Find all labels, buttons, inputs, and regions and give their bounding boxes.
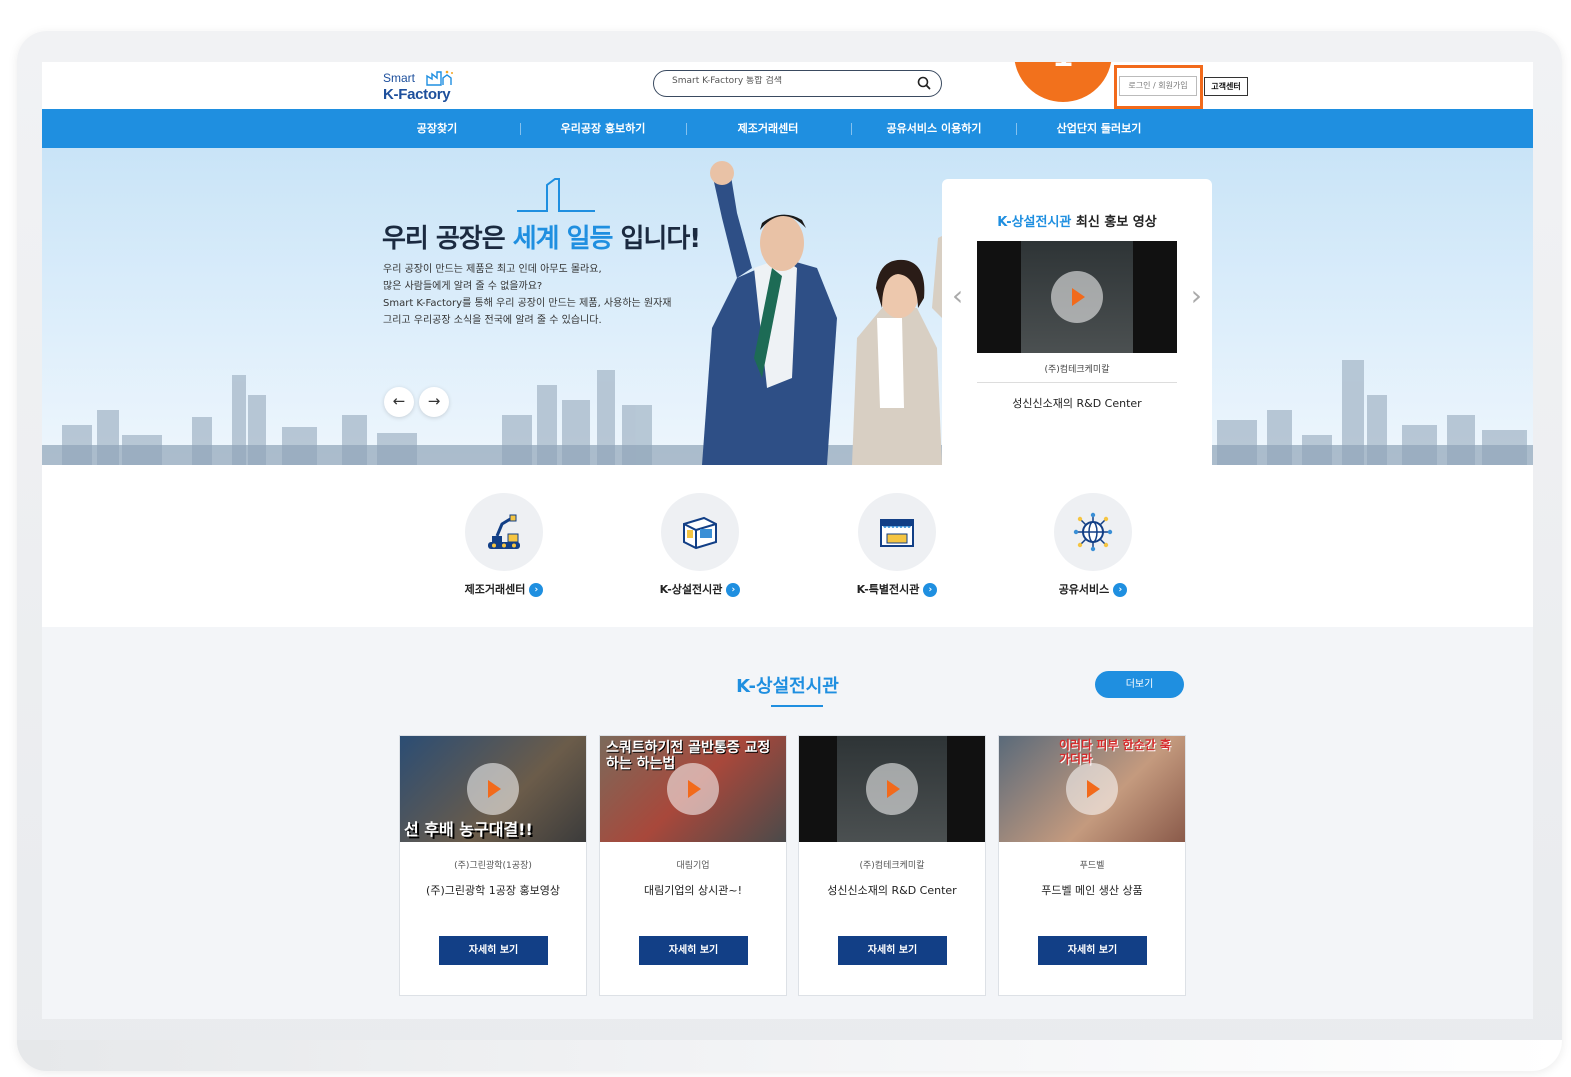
exhibition-booth-icon [683, 516, 717, 550]
exhibition-card[interactable]: 이러다 피부 한순간 훅 가더라 푸드벨 푸드벨 메인 생산 상품 자세히 보기 [998, 735, 1186, 996]
panel-company: (주)컴테크케미칼 [1044, 365, 1110, 375]
latest-video-panel: K-상설전시관 최신 홍보 영상 ‹ › (주)컴테크케미칼 성신신소재의 R&… [942, 179, 1212, 465]
card-video-thumbnail[interactable]: 선 후배 농구대결!! [400, 736, 586, 842]
view-details-button[interactable]: 자세히 보기 [639, 936, 748, 965]
play-icon[interactable] [1066, 763, 1118, 815]
special-exhibition-icon [880, 519, 914, 547]
view-details-button[interactable]: 자세히 보기 [439, 936, 548, 965]
hero-title-accent: 세계 일등 [512, 224, 614, 254]
play-icon[interactable] [1051, 271, 1103, 323]
go-arrow-icon: › [923, 583, 938, 597]
card-title: (주)그린광학 1공장 홍보영상 [426, 884, 560, 897]
nav-item-industrial-complex[interactable]: 산업단지 둘러보기 [1024, 109, 1174, 148]
play-icon[interactable] [866, 763, 918, 815]
nav-divider [851, 123, 852, 135]
panel-video-title[interactable]: 성신신소재의 R&D Center [942, 395, 1212, 411]
play-icon[interactable] [667, 763, 719, 815]
hero-next-button[interactable]: → [419, 387, 449, 417]
quick-label-text: K-특별전시관 [856, 583, 920, 596]
network-globe-icon [1073, 512, 1113, 552]
quick-label-text: 공유서비스 [1058, 583, 1110, 596]
permanent-exhibition-section: K-상설전시관 더보기 선 후배 농구대결!! (주)그린광학(1공장) (주)… [42, 627, 1533, 1019]
panel-title-rest: 최신 홍보 영상 [1071, 215, 1157, 230]
customer-center-button[interactable]: 고객센터 [1204, 77, 1248, 96]
hero-people-image [702, 161, 942, 465]
panel-divider [977, 382, 1177, 383]
nav-divider [1016, 123, 1017, 135]
nav-divider [686, 123, 687, 135]
panel-next-arrow[interactable]: › [1191, 279, 1202, 312]
main-nav: 공장찾기 우리공장 홍보하기 제조거래센터 공유서비스 이용하기 산업단지 둘러… [42, 109, 1533, 148]
search-box[interactable] [653, 70, 942, 97]
card-video-thumbnail[interactable]: 이러다 피부 한순간 훅 가더라 [999, 736, 1185, 842]
go-arrow-icon: › [726, 583, 741, 597]
login-signup-button[interactable]: 로그인 / 회원가입 [1119, 76, 1197, 96]
hero-title-pre: 우리 공장은 [382, 224, 513, 254]
hero-prev-button[interactable]: ← [384, 387, 414, 417]
exhibition-card[interactable]: 스쿼트하기전 골반통증 교정하는 하는법 대림기업 대림기업의 상시관~! 자세… [599, 735, 787, 996]
quick-icon-circle [465, 493, 543, 571]
number-one-graphic [517, 178, 595, 212]
exhibition-card[interactable]: (주)컴테크케미칼 성신신소재의 R&D Center 자세히 보기 [798, 735, 986, 996]
nav-item-trade-center[interactable]: 제조거래센터 [693, 109, 843, 148]
card-video-thumbnail[interactable]: 스쿼트하기전 골반통증 교정하는 하는법 [600, 736, 786, 842]
panel-title: K-상설전시관 최신 홍보 영상 [942, 211, 1212, 230]
card-company: (주)컴테크케미칼 [859, 861, 925, 871]
logo-text-smart: Smart [383, 71, 416, 85]
nav-item-shared-service[interactable]: 공유서비스 이용하기 [859, 109, 1009, 148]
card-title: 성신신소재의 R&D Center [827, 884, 957, 897]
quick-icon-circle [1054, 493, 1132, 571]
step-number-badge: 1 [1014, 62, 1112, 102]
card-company: 푸드벨 [1079, 861, 1105, 871]
quick-menu: 제조거래센터 › K-상설전시관 › K-특별전시관 › 공유서비스 › [42, 465, 1533, 627]
search-icon[interactable] [917, 76, 931, 90]
browser-screen: Smart K-Factory 1 로그인 / 회원가입 고객센터 공장찾기 우… [42, 62, 1533, 1019]
frame-bottom [17, 1040, 1562, 1071]
nav-item-promote-factory[interactable]: 우리공장 홍보하기 [528, 109, 678, 148]
search-input[interactable] [672, 76, 912, 86]
quick-item-label: 공유서비스 › [1023, 581, 1163, 597]
go-arrow-icon: › [1113, 583, 1128, 597]
exhibition-card[interactable]: 선 후배 농구대결!! (주)그린광학(1공장) (주)그린광학 1공장 홍보영… [399, 735, 587, 996]
card-video-thumbnail[interactable] [799, 736, 985, 842]
quick-label-text: K-상설전시관 [659, 583, 723, 596]
nav-divider [520, 123, 521, 135]
card-company: (주)그린광학(1공장) [454, 861, 532, 871]
play-icon[interactable] [467, 763, 519, 815]
card-title: 대림기업의 상시관~! [643, 884, 743, 897]
quick-item-label: K-특별전시관 › [827, 581, 967, 597]
nav-item-find-factory[interactable]: 공장찾기 [362, 109, 512, 148]
hero-banner: 우리 공장은 세계 일등 입니다! 우리 공장이 만드는 제품은 최고 인데 아… [42, 148, 1533, 465]
quick-icon-circle [661, 493, 739, 571]
panel-prev-arrow[interactable]: ‹ [952, 279, 963, 312]
quick-item-label: 제조거래센터 › [434, 581, 574, 597]
panel-title-accent: K-상설전시관 [997, 215, 1072, 230]
site-header: Smart K-Factory 1 로그인 / 회원가입 고객센터 [42, 62, 1533, 109]
panel-video-thumbnail[interactable] [977, 241, 1177, 353]
view-details-button[interactable]: 자세히 보기 [838, 936, 947, 965]
quick-item-label: K-상설전시관 › [630, 581, 770, 597]
section-title: K-상설전시관 [736, 676, 839, 697]
card-title: 푸드벨 메인 생산 상품 [1041, 884, 1143, 897]
logo-factory-icon [426, 70, 453, 86]
thumb-overlay-text: 선 후배 농구대결!! [404, 820, 533, 839]
go-arrow-icon: › [529, 583, 544, 597]
robot-arm-icon [488, 514, 520, 549]
section-title-underline [771, 705, 823, 707]
card-company: 대림기업 [676, 861, 710, 871]
quick-icon-circle [858, 493, 936, 571]
view-details-button[interactable]: 자세히 보기 [1038, 936, 1147, 965]
logo-text-kfactory: K-Factory [383, 86, 451, 103]
site-logo[interactable]: Smart K-Factory [383, 69, 463, 105]
quick-label-text: 제조거래센터 [464, 583, 526, 596]
thumb-overlay-text: 이러다 피부 한순간 훅 가더라 [1059, 738, 1171, 766]
more-button[interactable]: 더보기 [1095, 671, 1184, 698]
